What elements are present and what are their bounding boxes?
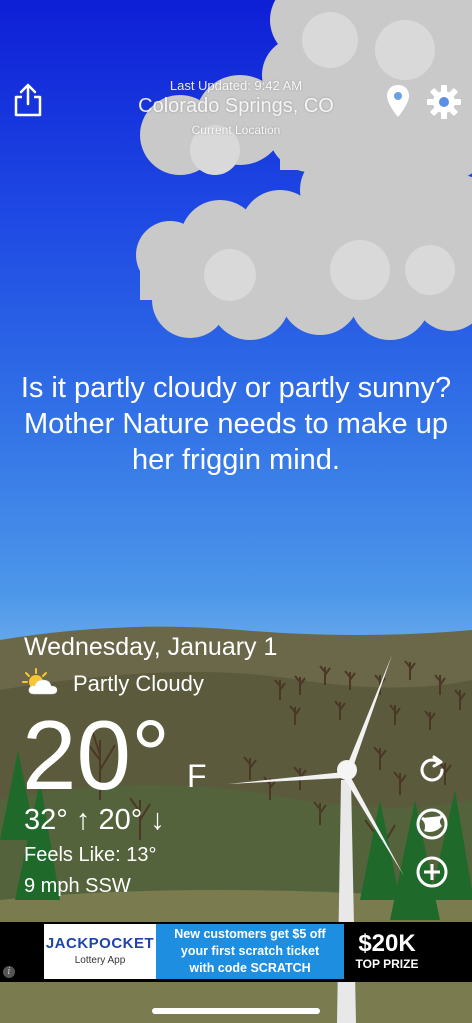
refresh-icon[interactable] bbox=[414, 752, 450, 788]
ad-prize-amount: $20K bbox=[358, 930, 416, 957]
ad-line-3: with code SCRATCH bbox=[189, 961, 311, 975]
date-label: Wednesday, January 1 bbox=[24, 633, 278, 661]
wind-turbine-illustration bbox=[228, 655, 404, 1023]
wind-label: 9 mph SSW bbox=[24, 875, 131, 897]
ad-line-1: New customers get $5 off bbox=[174, 927, 326, 941]
home-indicator[interactable] bbox=[152, 1008, 320, 1014]
share-icon[interactable] bbox=[12, 82, 44, 118]
partly-cloudy-icon bbox=[22, 668, 60, 696]
weather-quote: Is it partly cloudy or partly sunny? Mot… bbox=[20, 372, 452, 476]
condition-label: Partly Cloudy bbox=[73, 671, 204, 696]
current-location-label: Current Location bbox=[191, 123, 281, 137]
ad-copy: New customers get $5 off your first scra… bbox=[156, 924, 344, 979]
ad-brand-sub: Lottery App bbox=[74, 955, 126, 966]
ad-content[interactable]: JACKPOCKET Lottery App New customers get… bbox=[44, 924, 430, 979]
radar-icon[interactable] bbox=[414, 806, 450, 842]
location-pin-icon[interactable] bbox=[385, 84, 411, 118]
add-icon[interactable] bbox=[414, 854, 450, 890]
ad-brand-name: JACKPOCKET bbox=[45, 935, 155, 952]
high-low-temps: 32° ↑ 20° ↓ bbox=[24, 804, 165, 836]
location-title[interactable]: Colorado Springs, CO bbox=[100, 95, 372, 118]
temperature-unit[interactable]: F bbox=[187, 758, 207, 795]
weather-scene: Last Updated: 9:42 AM Colorado Springs, … bbox=[0, 0, 472, 1023]
ad-banner[interactable]: JACKPOCKET Lottery App New customers get… bbox=[0, 922, 472, 982]
info-icon[interactable]: i bbox=[3, 966, 15, 978]
ad-line-2: your first scratch ticket bbox=[180, 944, 320, 958]
temperature-value: 20° bbox=[22, 700, 171, 810]
ad-prize-label: TOP PRIZE bbox=[355, 957, 419, 971]
last-updated-label: Last Updated: 9:42 AM bbox=[169, 78, 303, 93]
gear-icon[interactable] bbox=[426, 84, 462, 120]
ad-prize: $20K TOP PRIZE bbox=[344, 924, 430, 979]
feels-like-label: Feels Like: 13° bbox=[24, 844, 157, 866]
ad-brand-logo: JACKPOCKET Lottery App bbox=[44, 924, 156, 979]
